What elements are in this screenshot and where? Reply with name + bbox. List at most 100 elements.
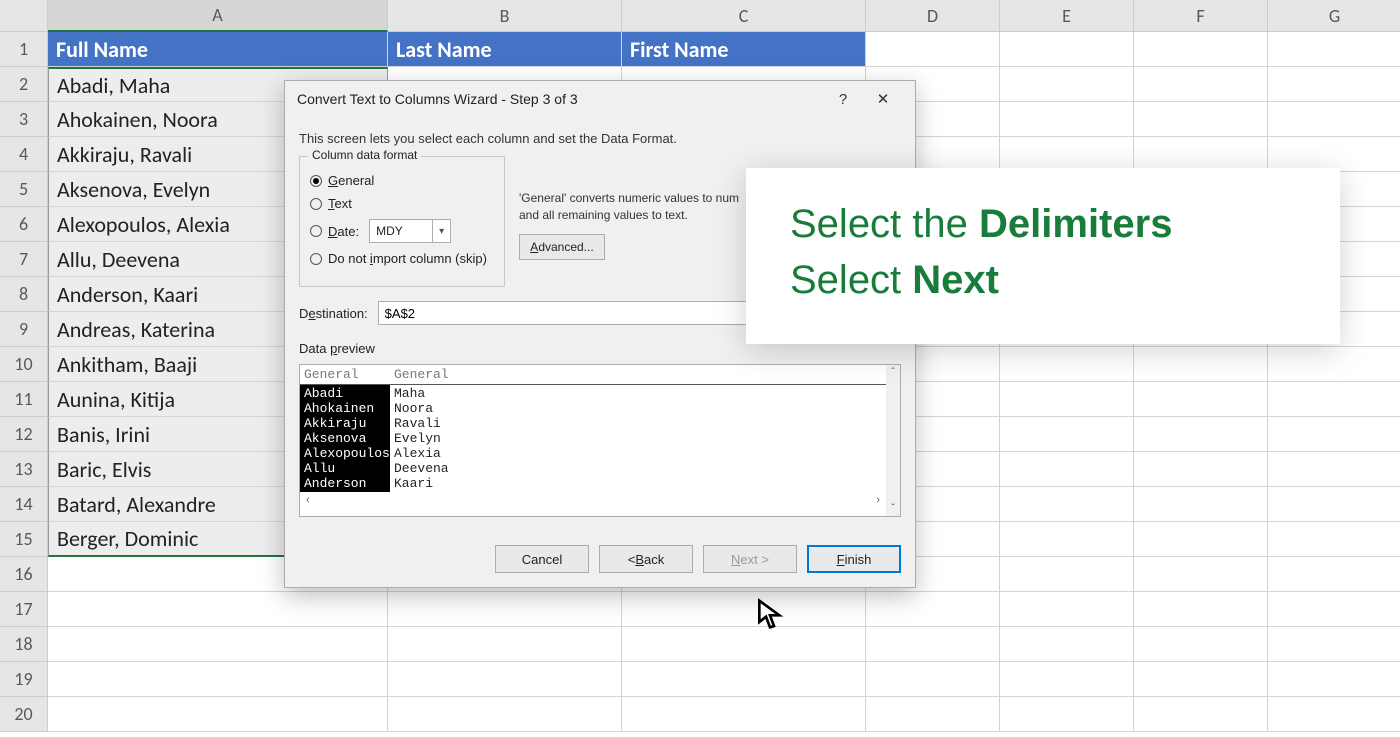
cell-F18[interactable] [1134, 627, 1268, 662]
cell-E16[interactable] [1000, 557, 1134, 592]
cell-D18[interactable] [866, 627, 1000, 662]
cell-G11[interactable] [1268, 382, 1400, 417]
row-header-1[interactable]: 1 [0, 32, 48, 67]
cell-F4[interactable] [1134, 137, 1268, 172]
cell-F3[interactable] [1134, 102, 1268, 137]
data-preview[interactable]: General General Abadi Ahokainen Akkiraju… [299, 364, 901, 517]
row-header-19[interactable]: 19 [0, 662, 48, 697]
advanced-button[interactable]: Advanced... [519, 234, 605, 260]
cell-F17[interactable] [1134, 592, 1268, 627]
cell-A17[interactable] [48, 592, 388, 627]
cell-G20[interactable] [1268, 697, 1400, 732]
radio-general[interactable]: General [310, 173, 494, 188]
cell-F1[interactable] [1134, 32, 1268, 67]
cancel-button[interactable]: Cancel [495, 545, 589, 573]
row-header-13[interactable]: 13 [0, 452, 48, 487]
preview-col-2[interactable]: Maha Noora Ravali Evelyn Alexia Deevena … [390, 385, 453, 492]
cell-A19[interactable] [48, 662, 388, 697]
row-header-9[interactable]: 9 [0, 312, 48, 347]
cell-E19[interactable] [1000, 662, 1134, 697]
preview-col-1[interactable]: Abadi Ahokainen Akkiraju Aksenova Alexop… [300, 385, 390, 492]
row-header-7[interactable]: 7 [0, 242, 48, 277]
cell-G16[interactable] [1268, 557, 1400, 592]
preview-col-header-1[interactable]: General [300, 365, 390, 384]
cell-G14[interactable] [1268, 487, 1400, 522]
back-button[interactable]: < Back [599, 545, 693, 573]
cell-E14[interactable] [1000, 487, 1134, 522]
radio-skip[interactable]: Do not import column (skip) [310, 251, 494, 266]
cell-E1[interactable] [1000, 32, 1134, 67]
cell-G3[interactable] [1268, 102, 1400, 137]
cell-E2[interactable] [1000, 67, 1134, 102]
cell-G1[interactable] [1268, 32, 1400, 67]
cell-D19[interactable] [866, 662, 1000, 697]
cell-C1[interactable]: First Name [622, 32, 866, 67]
cell-G4[interactable] [1268, 137, 1400, 172]
cell-F19[interactable] [1134, 662, 1268, 697]
close-icon[interactable]: ✕ [863, 85, 903, 113]
cell-G2[interactable] [1268, 67, 1400, 102]
cell-A18[interactable] [48, 627, 388, 662]
cell-E10[interactable] [1000, 347, 1134, 382]
cell-F2[interactable] [1134, 67, 1268, 102]
cell-F14[interactable] [1134, 487, 1268, 522]
date-format-dropdown[interactable]: MDY ▾ [369, 219, 451, 243]
radio-date[interactable]: Date: MDY ▾ [310, 219, 494, 243]
cell-F13[interactable] [1134, 452, 1268, 487]
cell-G12[interactable] [1268, 417, 1400, 452]
preview-col-header-2[interactable]: General [390, 365, 480, 384]
row-header-6[interactable]: 6 [0, 207, 48, 242]
cell-F15[interactable] [1134, 522, 1268, 557]
column-header-F[interactable]: F [1134, 0, 1268, 32]
select-all-corner[interactable] [0, 0, 48, 32]
cell-E11[interactable] [1000, 382, 1134, 417]
finish-button[interactable]: Finish [807, 545, 901, 573]
column-header-G[interactable]: G [1268, 0, 1400, 32]
cell-G13[interactable] [1268, 452, 1400, 487]
cell-A1[interactable]: Full Name [48, 32, 388, 67]
cell-F10[interactable] [1134, 347, 1268, 382]
column-header-C[interactable]: C [622, 0, 866, 32]
cell-E3[interactable] [1000, 102, 1134, 137]
cell-B19[interactable] [388, 662, 622, 697]
cell-F20[interactable] [1134, 697, 1268, 732]
cell-B1[interactable]: Last Name [388, 32, 622, 67]
row-header-12[interactable]: 12 [0, 417, 48, 452]
cell-E18[interactable] [1000, 627, 1134, 662]
cell-A20[interactable] [48, 697, 388, 732]
cell-E17[interactable] [1000, 592, 1134, 627]
cell-B17[interactable] [388, 592, 622, 627]
cell-D1[interactable] [866, 32, 1000, 67]
cell-E20[interactable] [1000, 697, 1134, 732]
column-header-B[interactable]: B [388, 0, 622, 32]
row-header-14[interactable]: 14 [0, 487, 48, 522]
cell-G10[interactable] [1268, 347, 1400, 382]
column-header-E[interactable]: E [1000, 0, 1134, 32]
help-icon[interactable]: ? [823, 85, 863, 113]
row-header-11[interactable]: 11 [0, 382, 48, 417]
cell-D20[interactable] [866, 697, 1000, 732]
row-header-5[interactable]: 5 [0, 172, 48, 207]
row-header-15[interactable]: 15 [0, 522, 48, 557]
row-header-2[interactable]: 2 [0, 67, 48, 102]
preview-scrollbar-vertical[interactable]: ˆˇ [886, 365, 900, 516]
cell-E4[interactable] [1000, 137, 1134, 172]
row-header-10[interactable]: 10 [0, 347, 48, 382]
preview-scrollbar-horizontal[interactable]: ‹› [300, 492, 886, 508]
cell-C18[interactable] [622, 627, 866, 662]
cell-G18[interactable] [1268, 627, 1400, 662]
row-header-8[interactable]: 8 [0, 277, 48, 312]
row-header-16[interactable]: 16 [0, 557, 48, 592]
cell-D17[interactable] [866, 592, 1000, 627]
cell-F16[interactable] [1134, 557, 1268, 592]
cell-E13[interactable] [1000, 452, 1134, 487]
cell-G19[interactable] [1268, 662, 1400, 697]
row-header-18[interactable]: 18 [0, 627, 48, 662]
cell-F12[interactable] [1134, 417, 1268, 452]
cell-C19[interactable] [622, 662, 866, 697]
cell-C17[interactable] [622, 592, 866, 627]
cell-C20[interactable] [622, 697, 866, 732]
radio-text[interactable]: Text [310, 196, 494, 211]
cell-E12[interactable] [1000, 417, 1134, 452]
column-header-D[interactable]: D [866, 0, 1000, 32]
